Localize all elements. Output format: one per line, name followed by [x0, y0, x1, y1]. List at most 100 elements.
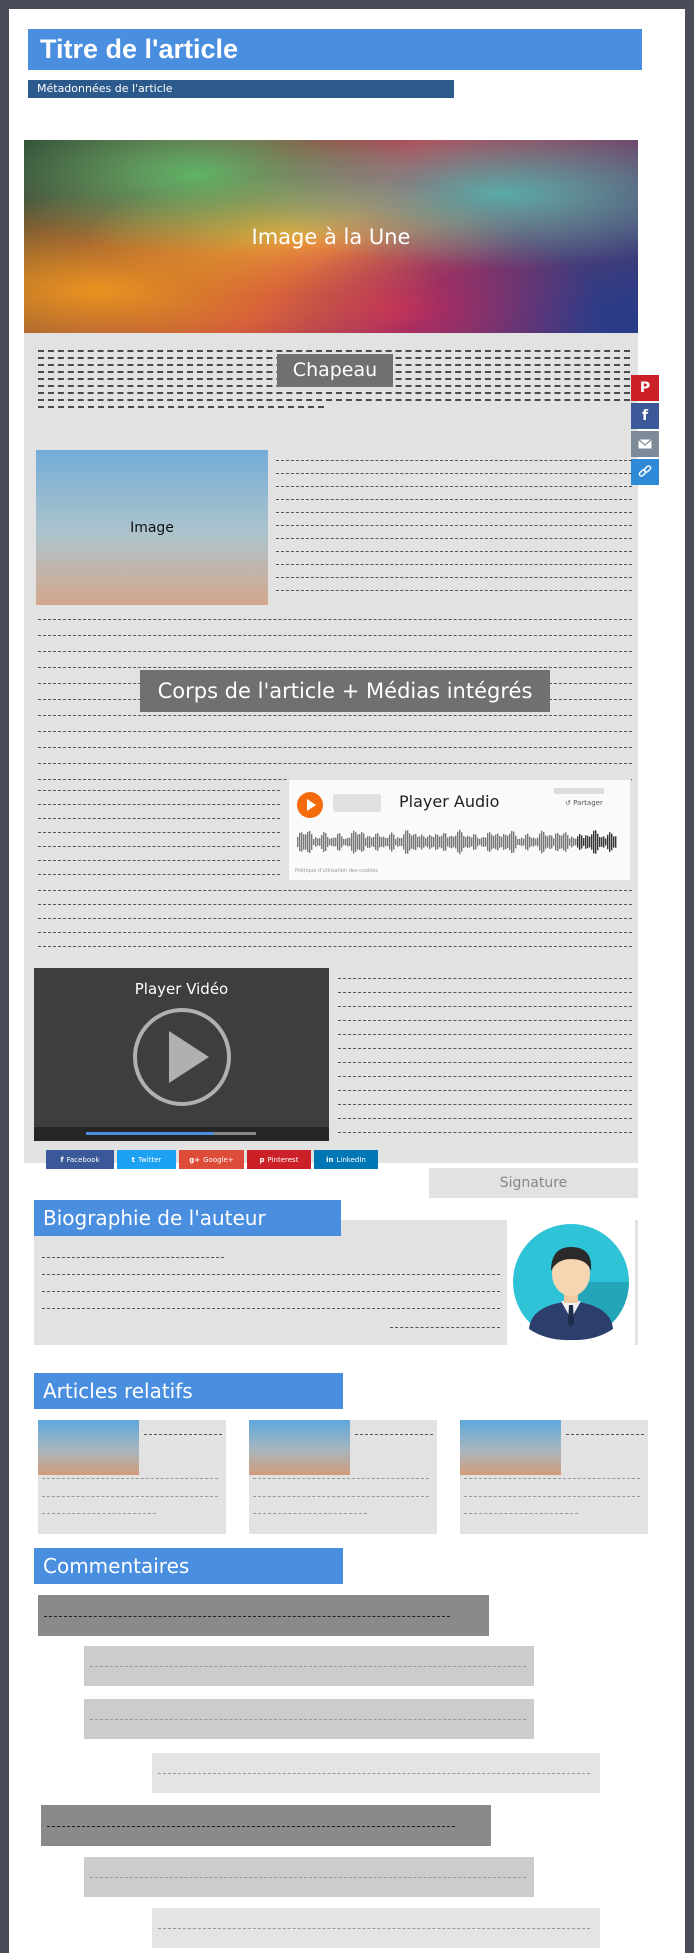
placeholder-text-line [338, 1118, 632, 1119]
related-article-card[interactable] [249, 1420, 437, 1534]
placeholder-text-line [276, 512, 632, 513]
placeholder-text-line [566, 1434, 644, 1435]
article-title: Titre de l'article [28, 29, 642, 70]
share-buttons: f Facebook t Twitter g+ Google+ p Pinterest in Li… [46, 1150, 378, 1169]
placeholder-text-line [276, 473, 632, 474]
share-pinterest-button[interactable]: p Pinterest [247, 1150, 311, 1169]
placeholder-text-line [276, 460, 632, 461]
body-label: Corps de l'article + Médias intégrés [140, 670, 550, 712]
share-button-label: Pinterest [267, 1155, 299, 1164]
twitter-icon: t [131, 1155, 135, 1164]
video-player-label: Player Vidéo [134, 980, 229, 998]
share-facebook-button[interactable]: f Facebook [46, 1150, 114, 1169]
placeholder-text-line [338, 1020, 632, 1021]
linkedin-icon: in [326, 1155, 334, 1164]
share-icon: ↺ [565, 799, 574, 807]
audio-share-label: Partager [573, 799, 603, 807]
lead-label: Chapeau [277, 354, 393, 387]
placeholder-text-line [44, 1615, 450, 1617]
placeholder-text-line [38, 392, 630, 394]
author-bio-heading: Biographie de l'auteur [34, 1200, 341, 1236]
share-linkedin-button[interactable]: in LinkedIn [314, 1150, 378, 1169]
placeholder-text-line [38, 619, 632, 620]
play-icon[interactable] [131, 1006, 233, 1108]
related-article-card[interactable] [38, 1420, 226, 1534]
placeholder-text-line [42, 1257, 224, 1258]
placeholder-text-line [338, 1076, 632, 1077]
placeholder-text-line [38, 932, 632, 933]
placeholder-text-line [38, 904, 632, 905]
related-article-card[interactable] [460, 1420, 648, 1534]
placeholder-text-line [38, 790, 280, 791]
placeholder-text-line [90, 1877, 526, 1878]
placeholder-text-line [276, 564, 632, 565]
placeholder-text-line [38, 832, 280, 833]
share-button-label: Twitter [137, 1155, 162, 1164]
placeholder-text-line [38, 860, 280, 861]
audio-share-button[interactable]: ↺ Partager [565, 799, 603, 807]
link-icon[interactable] [631, 459, 659, 485]
share-twitter-button[interactable]: t Twitter [117, 1150, 176, 1169]
placeholder-text-line [276, 551, 632, 552]
placeholder-text-line [38, 763, 632, 764]
track-info-blur [333, 794, 381, 812]
inline-image: Image [36, 450, 268, 605]
placeholder-text-line [47, 1825, 455, 1827]
placeholder-text-line [276, 499, 632, 500]
placeholder-text-line [38, 818, 280, 819]
featured-image-label: Image à la Une [251, 224, 411, 249]
placeholder-text-line [38, 715, 632, 716]
placeholder-text-line [38, 946, 632, 947]
video-progress-fill [86, 1132, 214, 1135]
placeholder-text-line [276, 538, 632, 539]
placeholder-text-line [276, 525, 632, 526]
related-article-thumbnail [460, 1420, 561, 1475]
play-icon[interactable] [297, 792, 323, 818]
pinterest-icon[interactable]: P [631, 375, 659, 401]
googleplus-icon: g+ [189, 1155, 201, 1164]
share-button-label: Google+ [203, 1155, 234, 1164]
placeholder-text-line [276, 486, 632, 487]
placeholder-text-line [38, 667, 632, 668]
facebook-icon: f [60, 1155, 64, 1164]
share-googleplus-button[interactable]: g+ Google+ [179, 1150, 244, 1169]
share-button-label: Facebook [66, 1155, 100, 1164]
placeholder-text-line [355, 1434, 433, 1435]
placeholder-text-line [38, 651, 632, 652]
featured-image: Image à la Une [24, 140, 638, 333]
video-player[interactable]: Player Vidéo [34, 968, 329, 1141]
placeholder-text-line [464, 1478, 640, 1479]
placeholder-text-line [38, 731, 632, 732]
inline-image-label: Image [130, 519, 174, 536]
placeholder-text-line [38, 350, 630, 352]
audio-waveform [297, 829, 617, 855]
placeholder-text-line [338, 1090, 632, 1091]
placeholder-text-line [338, 992, 632, 993]
placeholder-text-line [338, 978, 632, 979]
placeholder-text-line [253, 1513, 367, 1514]
audio-player[interactable]: Player Audio ↺ Partager Politique d'util… [288, 779, 631, 881]
placeholder-text-line [338, 1048, 632, 1049]
placeholder-text-line [390, 1327, 500, 1328]
placeholder-text-line [38, 804, 280, 805]
author-avatar [507, 1219, 635, 1345]
audio-footer: Politique d'utilisation des cookies [295, 868, 378, 874]
comments-heading: Commentaires [34, 1548, 343, 1584]
placeholder-text-line [276, 590, 632, 591]
facebook-icon[interactable]: f [631, 403, 659, 429]
related-article-thumbnail [249, 1420, 350, 1475]
placeholder-text-line [42, 1513, 156, 1514]
placeholder-text-line [38, 846, 280, 847]
placeholder-text-line [276, 577, 632, 578]
signature: Signature [429, 1168, 638, 1198]
share-button-label: LinkedIn [336, 1155, 366, 1164]
share-sidebar: P f [631, 375, 659, 487]
placeholder-text-line [464, 1513, 578, 1514]
email-icon[interactable] [631, 431, 659, 457]
placeholder-text-line [42, 1291, 500, 1292]
placeholder-text-line [338, 1104, 632, 1105]
soundcloud-logo-icon [554, 788, 604, 794]
video-control-bar[interactable] [34, 1127, 329, 1141]
placeholder-text-line [158, 1928, 590, 1929]
placeholder-text-line [42, 1308, 500, 1309]
